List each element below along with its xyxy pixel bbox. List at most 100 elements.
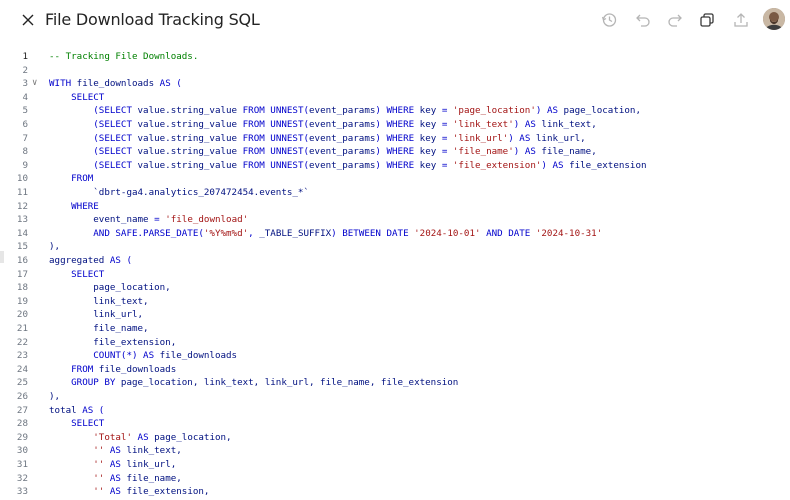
code-line[interactable]: 26), bbox=[0, 390, 790, 404]
close-icon[interactable] bbox=[18, 10, 38, 30]
code-line[interactable]: 6 (SELECT value.string_value FROM UNNEST… bbox=[0, 118, 790, 132]
code-line[interactable]: 21 file_name, bbox=[0, 322, 790, 336]
code-line[interactable]: 13 event_name = 'file_download' bbox=[0, 213, 790, 227]
code-line[interactable]: 29 'Total' AS page_location, bbox=[0, 431, 790, 445]
line-number: 2 bbox=[22, 64, 28, 76]
line-number: 20 bbox=[16, 309, 28, 321]
line-number: 9 bbox=[22, 159, 28, 171]
code-token: ), bbox=[49, 241, 61, 253]
code-line[interactable]: 23 COUNT(*) AS file_downloads bbox=[0, 349, 790, 363]
fold-chevron-icon[interactable]: ∨ bbox=[32, 77, 37, 91]
line-number: 26 bbox=[16, 391, 28, 402]
code-line[interactable]: 18 page_location, bbox=[0, 281, 790, 295]
code-token: (SELECT bbox=[49, 119, 138, 130]
code-line[interactable]: 19 link_text, bbox=[0, 295, 790, 309]
code-line[interactable]: 15), bbox=[0, 240, 790, 254]
code-token: value.string_value bbox=[137, 146, 238, 158]
code-text: event_name = 'file_download' bbox=[49, 213, 248, 227]
code-text: SELECT bbox=[49, 268, 104, 282]
undo-icon[interactable] bbox=[633, 10, 653, 30]
code-line[interactable]: 22 file_extension, bbox=[0, 336, 790, 350]
code-line[interactable]: 28 SELECT bbox=[0, 417, 790, 431]
code-token: AS bbox=[132, 431, 155, 443]
code-token: key bbox=[419, 159, 437, 171]
header-bar: File Download Tracking SQL bbox=[0, 0, 790, 40]
code-line[interactable]: 1 -- Tracking File Downloads. bbox=[0, 50, 790, 64]
code-line[interactable]: 20 link_url, bbox=[0, 308, 790, 322]
code-text: file_name, bbox=[49, 322, 148, 336]
code-text: SELECT bbox=[49, 417, 104, 431]
code-line[interactable]: 33 '' AS file_extension, bbox=[0, 485, 790, 499]
code-line[interactable]: 31 '' AS link_url, bbox=[0, 458, 790, 472]
code-token: (SELECT bbox=[49, 132, 138, 144]
avatar[interactable] bbox=[763, 8, 785, 30]
code-line[interactable]: 12 WHERE bbox=[0, 200, 790, 214]
code-line[interactable]: 7 (SELECT value.string_value FROM UNNEST… bbox=[0, 132, 790, 146]
code-line[interactable]: 32 '' AS file_name, bbox=[0, 472, 790, 486]
code-token: AS ( bbox=[76, 404, 105, 416]
code-token: ) WHERE bbox=[375, 146, 420, 158]
code-token: file_extension, bbox=[49, 336, 177, 348]
code-line[interactable]: 17 SELECT bbox=[0, 268, 790, 282]
code-text: 'Total' AS page_location, bbox=[49, 431, 231, 445]
code-token: '2024-10-01' bbox=[414, 227, 481, 239]
code-text: FROM bbox=[49, 172, 93, 186]
code-line[interactable]: 24 FROM file_downloads bbox=[0, 363, 790, 377]
code-token: (SELECT bbox=[49, 146, 138, 158]
code-token: AS bbox=[104, 445, 127, 457]
code-token: ) AS bbox=[541, 159, 570, 171]
line-number: 18 bbox=[16, 282, 28, 294]
code-token: ) WHERE bbox=[375, 132, 420, 144]
code-line[interactable]: 25 GROUP BY page_location, link_text, li… bbox=[0, 376, 790, 390]
line-number: 8 bbox=[22, 146, 28, 158]
line-number: 1 bbox=[22, 51, 28, 62]
code-token: SELECT bbox=[49, 91, 105, 103]
code-line[interactable]: 27 total AS ( bbox=[0, 404, 790, 418]
line-number: 14 bbox=[16, 227, 28, 239]
copy-icon[interactable] bbox=[697, 10, 717, 30]
code-token: '2024-10-31' bbox=[535, 227, 603, 239]
share-icon[interactable] bbox=[731, 10, 751, 30]
code-line[interactable]: 10 FROM bbox=[0, 172, 790, 186]
code-text: (SELECT value.string_value FROM UNNEST(e… bbox=[49, 145, 597, 159]
code-token: WITH bbox=[49, 78, 77, 90]
code-editor[interactable]: 1 -- Tracking File Downloads. 2 3 ∨ WITH file… bbox=[0, 49, 790, 500]
code-text: WITH file_downloads AS ( bbox=[49, 77, 182, 91]
code-text: (SELECT value.string_value FROM UNNEST(e… bbox=[49, 118, 597, 132]
code-token: AND SAFE.PARSE_DATE( bbox=[49, 227, 204, 239]
code-token: FROM UNNEST( bbox=[237, 146, 310, 158]
code-line[interactable]: 3 ∨ WITH file_downloads AS ( bbox=[0, 77, 790, 91]
code-token: page_location, bbox=[49, 282, 171, 294]
code-token: link_text, bbox=[126, 445, 182, 457]
code-token: '%Y%m%d' bbox=[203, 227, 249, 239]
code-line[interactable]: 14 AND SAFE.PARSE_DATE('%Y%m%d', _TABLE_… bbox=[0, 227, 790, 241]
code-token: , bbox=[248, 227, 260, 239]
code-token: event_params bbox=[309, 146, 376, 158]
code-token: 'Total' bbox=[93, 431, 132, 443]
redo-icon[interactable] bbox=[665, 10, 685, 30]
code-token: AND DATE bbox=[480, 227, 536, 239]
code-line[interactable]: 30 '' AS link_text, bbox=[0, 444, 790, 458]
code-token: page_location, link_text, link_url, file… bbox=[120, 377, 459, 389]
code-token: SELECT bbox=[49, 418, 105, 430]
code-token: page_location, bbox=[563, 105, 641, 117]
code-line[interactable]: 16 aggregated AS ( bbox=[0, 254, 790, 268]
code-line[interactable]: 5 (SELECT value.string_value FROM UNNEST… bbox=[0, 104, 790, 118]
code-token: ) AS bbox=[535, 105, 564, 117]
history-icon[interactable] bbox=[599, 10, 619, 30]
line-number: 13 bbox=[16, 214, 28, 226]
code-line[interactable]: 4 SELECT bbox=[0, 91, 790, 105]
code-line[interactable]: 11 `dbrt-ga4.analytics_207472454.events_… bbox=[0, 186, 790, 200]
code-line[interactable]: 9 (SELECT value.string_value FROM UNNEST… bbox=[0, 159, 790, 173]
line-number: 30 bbox=[16, 445, 28, 457]
code-token: key bbox=[419, 146, 437, 158]
code-line[interactable]: 2 bbox=[0, 64, 790, 78]
code-text: -- Tracking File Downloads. bbox=[49, 50, 198, 64]
code-token: = bbox=[436, 146, 453, 158]
code-line[interactable]: 8 (SELECT value.string_value FROM UNNEST… bbox=[0, 145, 790, 159]
code-token: -- Tracking File Downloads. bbox=[49, 51, 199, 62]
code-token: FROM bbox=[49, 173, 94, 185]
